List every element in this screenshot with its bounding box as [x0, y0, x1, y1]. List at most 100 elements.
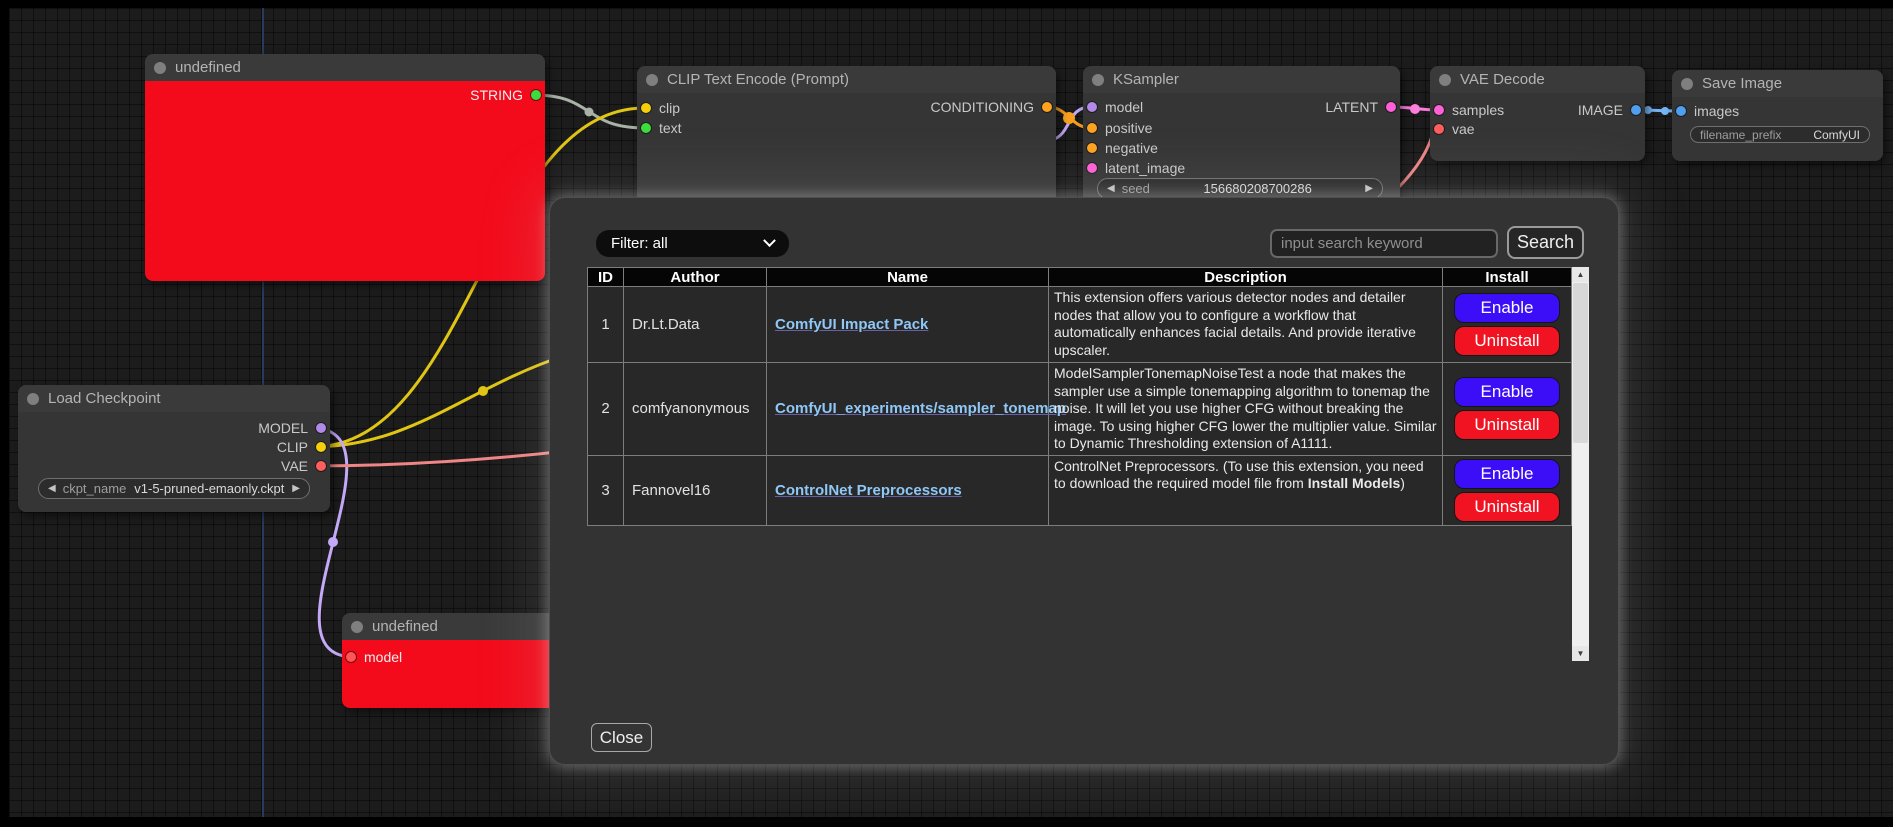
- node-title: undefined: [372, 618, 438, 635]
- input-slot-samples[interactable]: samples: [1434, 101, 1504, 119]
- ext-name-link[interactable]: ComfyUI_experiments/sampler_tonemap: [775, 400, 1066, 417]
- latent-image-input-dot[interactable]: [1087, 163, 1097, 173]
- enable-button[interactable]: Enable: [1455, 294, 1559, 322]
- node-status-dot: [646, 74, 658, 86]
- output-slot-image[interactable]: IMAGE: [1578, 101, 1641, 119]
- seed-value: 156680208700286: [1150, 181, 1365, 196]
- header-id: ID: [588, 268, 624, 287]
- close-button[interactable]: Close: [591, 723, 652, 752]
- output-slot-string[interactable]: STRING: [470, 86, 541, 104]
- clip-input-dot[interactable]: [641, 103, 651, 113]
- images-input-dot[interactable]: [1676, 106, 1686, 116]
- conditioning-output-dot[interactable]: [1042, 102, 1052, 112]
- uninstall-button[interactable]: Uninstall: [1455, 411, 1559, 439]
- widget-name: filename_prefix: [1700, 128, 1781, 142]
- ext-name-link[interactable]: ControlNet Preprocessors: [775, 482, 962, 499]
- seed-widget[interactable]: ◀ seed 156680208700286 ▶: [1097, 178, 1383, 199]
- output-slot-model[interactable]: MODEL: [258, 419, 326, 437]
- node-title: VAE Decode: [1460, 71, 1545, 88]
- node-vae-decode[interactable]: VAE Decode samples vae IMAGE: [1430, 66, 1645, 161]
- enable-button[interactable]: Enable: [1455, 460, 1559, 488]
- input-slot-positive[interactable]: positive: [1087, 119, 1152, 137]
- model-input-dot[interactable]: [1087, 102, 1097, 112]
- table-header-row: ID Author Name Description Install: [588, 268, 1572, 287]
- widget-name: ckpt_name: [63, 481, 127, 496]
- input-slot-text[interactable]: text: [641, 119, 682, 137]
- header-install: Install: [1443, 268, 1572, 287]
- node-status-dot: [154, 62, 166, 74]
- table-row: 2 comfyanonymous ComfyUI_experiments/sam…: [588, 363, 1572, 456]
- input-slot-clip[interactable]: clip: [641, 99, 680, 117]
- output-slot-vae[interactable]: VAE: [281, 457, 326, 475]
- samples-input-dot[interactable]: [1434, 105, 1444, 115]
- model-output-dot[interactable]: [316, 423, 326, 433]
- table-row: 3 Fannovel16 ControlNet Preprocessors Co…: [588, 455, 1572, 525]
- widget-name: seed: [1122, 181, 1150, 196]
- image-output-dot[interactable]: [1631, 105, 1641, 115]
- node-title: Load Checkpoint: [48, 390, 161, 407]
- filter-select[interactable]: Filter: all: [596, 230, 789, 257]
- node-title: Save Image: [1702, 75, 1782, 92]
- node-status-dot: [1092, 74, 1104, 86]
- scrollbar-thumb[interactable]: [1573, 283, 1588, 443]
- increment-arrow-icon[interactable]: ▶: [1365, 184, 1373, 194]
- node-title: undefined: [175, 59, 241, 76]
- ext-id: 2: [588, 363, 624, 456]
- ext-description: ModelSamplerTonemapNoiseTest a node that…: [1049, 363, 1443, 456]
- node-title: CLIP Text Encode (Prompt): [667, 71, 849, 88]
- extension-table: ID Author Name Description Install 1 Dr.…: [587, 267, 1572, 526]
- next-arrow-icon[interactable]: ▶: [292, 484, 300, 494]
- ext-author: comfyanonymous: [624, 363, 767, 456]
- ext-author: Fannovel16: [624, 455, 767, 525]
- filter-select-value: Filter: all: [611, 235, 668, 252]
- decrement-arrow-icon[interactable]: ◀: [1107, 184, 1115, 194]
- header-description: Description: [1049, 268, 1443, 287]
- input-slot-images[interactable]: images: [1676, 102, 1739, 120]
- node-load-checkpoint[interactable]: Load Checkpoint MODEL CLIP VAE ◀ ckpt_na…: [18, 385, 330, 512]
- ckpt-name-widget[interactable]: ◀ ckpt_name v1-5-pruned-emaonly.ckpt ▶: [38, 478, 310, 499]
- output-slot-latent[interactable]: LATENT: [1325, 98, 1396, 116]
- node-title: KSampler: [1113, 71, 1179, 88]
- input-slot-latent-image[interactable]: latent_image: [1087, 159, 1185, 177]
- input-slot-negative[interactable]: negative: [1087, 139, 1158, 157]
- prev-arrow-icon[interactable]: ◀: [48, 484, 56, 494]
- search-input[interactable]: [1270, 229, 1498, 258]
- filename-prefix-value: ComfyUI: [1781, 128, 1860, 142]
- table-scrollbar[interactable]: ▲ ▼: [1572, 267, 1589, 661]
- negative-input-dot[interactable]: [1087, 143, 1097, 153]
- extension-manager-dialog: Filter: all Search ID Author Name Descri…: [549, 197, 1619, 765]
- output-slot-clip[interactable]: CLIP: [277, 438, 326, 456]
- ext-name-link[interactable]: ComfyUI Impact Pack: [775, 316, 928, 333]
- node-status-dot: [351, 621, 363, 633]
- vae-input-dot[interactable]: [1434, 124, 1444, 134]
- model-input-dot[interactable]: [346, 652, 356, 662]
- latent-output-dot[interactable]: [1386, 102, 1396, 112]
- enable-button[interactable]: Enable: [1455, 378, 1559, 406]
- ext-author: Dr.Lt.Data: [624, 287, 767, 363]
- input-slot-model[interactable]: model: [346, 648, 402, 666]
- uninstall-button[interactable]: Uninstall: [1455, 493, 1559, 521]
- ext-description: This extension offers various detector n…: [1049, 287, 1443, 363]
- scroll-down-icon[interactable]: ▼: [1572, 646, 1589, 661]
- filename-prefix-widget[interactable]: filename_prefix ComfyUI: [1690, 126, 1870, 143]
- input-slot-model[interactable]: model: [1087, 98, 1143, 116]
- text-input-dot[interactable]: [641, 123, 651, 133]
- node-status-dot: [1681, 78, 1693, 90]
- ext-id: 1: [588, 287, 624, 363]
- node-undefined-top[interactable]: undefined STRING: [145, 54, 545, 281]
- output-slot-conditioning[interactable]: CONDITIONING: [931, 98, 1052, 116]
- node-ksampler[interactable]: KSampler model positive negative latent_…: [1083, 66, 1400, 218]
- node-save-image[interactable]: Save Image images filename_prefix ComfyU…: [1672, 70, 1883, 161]
- vae-output-dot[interactable]: [316, 461, 326, 471]
- scroll-up-icon[interactable]: ▲: [1572, 267, 1589, 282]
- uninstall-button[interactable]: Uninstall: [1455, 327, 1559, 355]
- node-status-dot: [27, 393, 39, 405]
- search-button[interactable]: Search: [1507, 226, 1584, 259]
- ext-id: 3: [588, 455, 624, 525]
- input-slot-vae[interactable]: vae: [1434, 120, 1475, 138]
- ckpt-name-value: v1-5-pruned-emaonly.ckpt: [126, 481, 292, 496]
- node-status-dot: [1439, 74, 1451, 86]
- positive-input-dot[interactable]: [1087, 123, 1097, 133]
- string-output-dot[interactable]: [531, 90, 541, 100]
- clip-output-dot[interactable]: [316, 442, 326, 452]
